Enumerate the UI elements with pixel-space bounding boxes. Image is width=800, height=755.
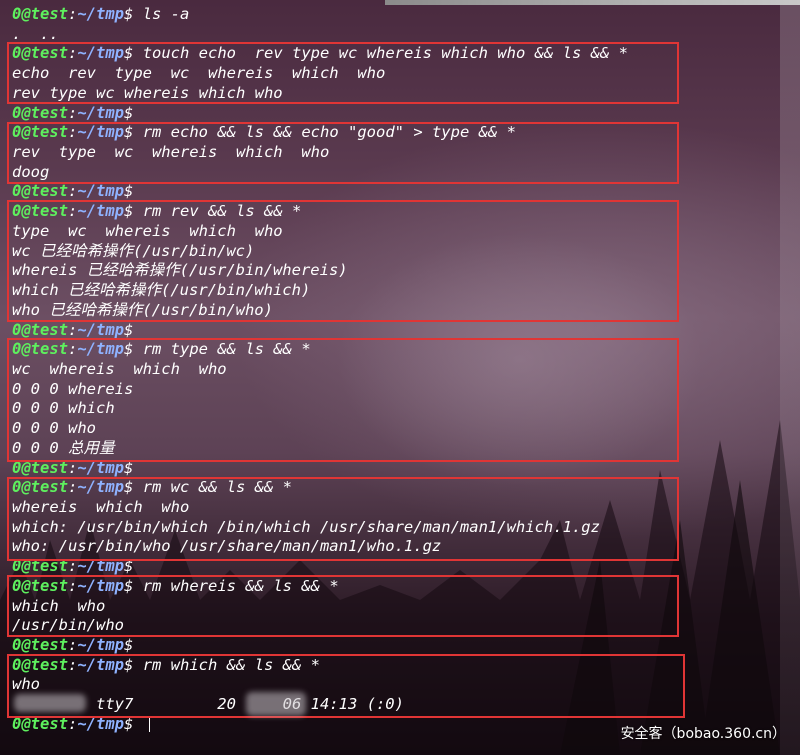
terminal-scroll-strip[interactable] [780, 5, 800, 755]
prompt-colon: : [68, 182, 78, 201]
prompt-user: 0@test [12, 182, 68, 201]
window-top-bar [385, 0, 800, 5]
prompt-line: 0@test:~/tmp$ ls -a [12, 4, 189, 24]
highlight-box-rm-wc [7, 477, 679, 561]
prompt-path: ~/tmp [77, 103, 125, 122]
highlight-box-touch [7, 42, 679, 104]
output-line: . .. [12, 24, 59, 43]
prompt-user: 0@test [12, 320, 68, 339]
redaction-blur-date [246, 692, 306, 716]
prompt-user: 0@test [12, 103, 68, 122]
prompt-path: ~/tmp [77, 636, 125, 655]
prompt-line: 0@test:~/tmp$ [12, 103, 133, 123]
prompt-dollar: $ [124, 103, 134, 122]
prompt-colon: : [68, 103, 78, 122]
prompt-colon: : [68, 5, 78, 23]
prompt-user: 0@test [12, 5, 68, 23]
watermark: 安全客（bobao.360.cn） [620, 726, 786, 742]
text-cursor [148, 716, 150, 733]
command-text: ls -a [133, 5, 190, 23]
highlight-box-rm-which [7, 654, 685, 718]
prompt-dollar: $ [124, 5, 134, 23]
prompt-line: 0@test:~/tmp$ [12, 320, 133, 340]
highlight-box-rm-whereis [7, 575, 679, 637]
prompt-path: ~/tmp [77, 5, 125, 23]
prompt-colon: : [68, 636, 78, 655]
prompt-user: 0@test [12, 636, 68, 655]
prompt-dollar: $ [124, 182, 134, 201]
redaction-blur-user [14, 694, 86, 712]
highlight-box-rm-rev [7, 200, 679, 322]
prompt-colon: : [68, 320, 78, 339]
prompt-dollar: $ [124, 636, 134, 655]
prompt-path: ~/tmp [77, 182, 125, 201]
highlight-box-rm-type [7, 338, 679, 462]
highlight-box-rm-echo [7, 122, 679, 184]
prompt-line: 0@test:~/tmp$ [12, 181, 133, 201]
prompt-path: ~/tmp [77, 320, 125, 339]
prompt-dollar: $ [124, 320, 134, 339]
prompt-line: 0@test:~/tmp$ [12, 635, 133, 655]
